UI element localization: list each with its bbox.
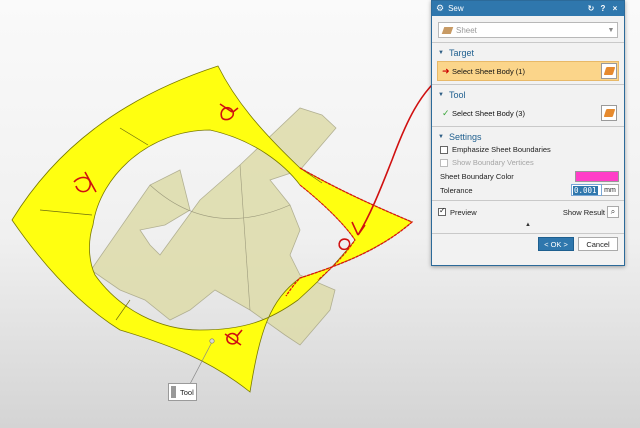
tooltip-grip-icon bbox=[171, 386, 176, 398]
preview-label: Preview bbox=[450, 207, 477, 217]
type-select-value: Sheet bbox=[456, 25, 477, 35]
dialog-buttons: < OK > Cancel bbox=[432, 237, 624, 251]
show-vertices-option: Show Boundary Vertices bbox=[432, 156, 624, 169]
collapse-triangle-icon: ▼ bbox=[438, 49, 444, 56]
settings-section-header[interactable]: ▼ Settings bbox=[432, 130, 624, 143]
dialog-titlebar[interactable]: ⚙ Sew ↻ ? × bbox=[432, 1, 624, 16]
tooltip-label: Tool bbox=[180, 387, 194, 397]
magnifier-icon: ⌕ bbox=[610, 207, 616, 216]
show-vertices-checkbox bbox=[440, 158, 448, 167]
tool-select-label: Select Sheet Body (3) bbox=[452, 108, 525, 118]
gear-icon: ⚙ bbox=[436, 3, 445, 13]
chevron-down-icon[interactable]: ▼ bbox=[605, 27, 617, 34]
preview-checkbox[interactable] bbox=[438, 206, 446, 216]
tool-heading: Tool bbox=[448, 89, 466, 100]
tooltip-anchor-dot bbox=[209, 338, 215, 344]
sheet-type-icon bbox=[441, 26, 454, 34]
type-select[interactable]: Sheet ▼ bbox=[438, 22, 618, 38]
show-result-label: Show Result bbox=[562, 207, 605, 217]
tolerance-input[interactable]: 0.001 bbox=[571, 184, 602, 196]
target-section-header[interactable]: ▼ Target bbox=[432, 46, 624, 59]
preview-row: Preview Show Result ⌕ bbox=[432, 204, 624, 220]
target-select-row[interactable]: ➜ Select Sheet Body (1) bbox=[437, 61, 619, 81]
boundary-color-row: Sheet Boundary Color bbox=[432, 169, 624, 183]
emphasize-boundaries-option[interactable]: Emphasize Sheet Boundaries bbox=[432, 143, 624, 156]
tolerance-label: Tolerance bbox=[440, 185, 473, 195]
tolerance-unit[interactable]: mm bbox=[602, 184, 619, 196]
help-button[interactable]: ? bbox=[598, 4, 608, 13]
show-result-button[interactable]: ⌕ bbox=[607, 206, 619, 218]
collapse-triangle-icon: ▼ bbox=[438, 133, 444, 140]
divider bbox=[432, 200, 624, 201]
tool-section-header[interactable]: ▼ Tool bbox=[432, 88, 624, 101]
tool-tooltip: Tool bbox=[168, 383, 197, 401]
boundary-color-label: Sheet Boundary Color bbox=[440, 171, 514, 181]
divider bbox=[432, 233, 624, 234]
target-select-label: Select Sheet Body (1) bbox=[452, 66, 525, 76]
tool-select-row[interactable]: ✓ Select Sheet Body (3) bbox=[437, 103, 619, 123]
show-vertices-label: Show Boundary Vertices bbox=[452, 158, 534, 167]
select-sheet-body-button[interactable] bbox=[601, 63, 617, 79]
divider bbox=[432, 126, 624, 127]
tolerance-field[interactable]: 0.001 mm bbox=[571, 184, 619, 196]
collapse-triangle-icon: ▼ bbox=[438, 91, 444, 98]
more-options-arrow[interactable]: ▲ bbox=[432, 220, 624, 230]
divider bbox=[432, 84, 624, 85]
tolerance-row: Tolerance 0.001 mm bbox=[432, 183, 624, 197]
close-button[interactable]: × bbox=[610, 4, 620, 13]
divider bbox=[432, 42, 624, 43]
settings-heading: Settings bbox=[448, 131, 482, 142]
ok-button[interactable]: < OK > bbox=[538, 237, 574, 251]
annotation-c-right bbox=[338, 238, 351, 251]
emphasize-label: Emphasize Sheet Boundaries bbox=[452, 145, 551, 154]
check-icon: ✓ bbox=[442, 107, 450, 118]
tolerance-value: 0.001 bbox=[573, 185, 598, 195]
sew-dialog: ⚙ Sew ↻ ? × Sheet ▼ ▼ Target ➜ Select Sh… bbox=[431, 0, 625, 266]
target-heading: Target bbox=[448, 47, 474, 58]
sheet-body-icon bbox=[603, 109, 615, 117]
required-arrow-icon: ➜ bbox=[442, 65, 450, 76]
select-sheet-body-button[interactable] bbox=[601, 105, 617, 121]
sheet-body-icon bbox=[603, 67, 615, 75]
emphasize-checkbox[interactable] bbox=[440, 145, 448, 154]
reset-icon[interactable]: ↻ bbox=[586, 4, 596, 13]
dialog-title: Sew bbox=[448, 4, 464, 13]
boundary-color-swatch[interactable] bbox=[575, 170, 619, 182]
cancel-button[interactable]: Cancel bbox=[578, 237, 618, 251]
